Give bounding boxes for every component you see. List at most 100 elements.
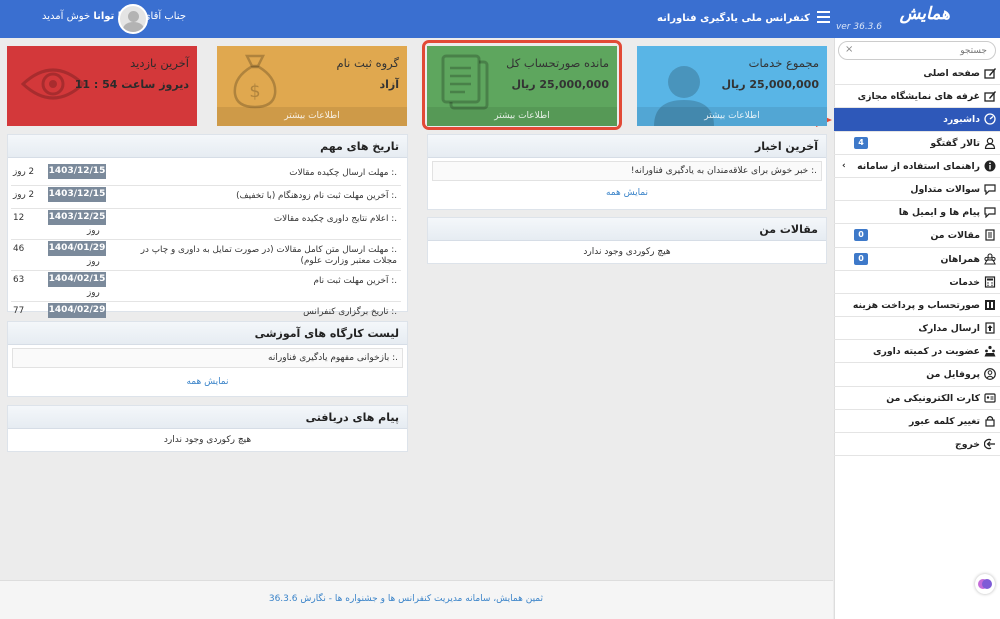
messages-panel: پیام های دریافتی هیچ رکوردی وجود ندارد	[7, 405, 408, 452]
sidebar-item[interactable]: پروفایل من	[834, 363, 1000, 387]
panel-title: لیست کارگاه های آموزشی	[254, 327, 399, 340]
close-icon[interactable]: ×	[845, 44, 853, 55]
my-papers-panel: مقالات من هیچ رکوردی وجود ندارد	[427, 217, 827, 264]
news-item[interactable]: .: خبر خوش برای علاقه‌مندان به یادگیری ف…	[432, 161, 822, 181]
footer: ثمین همایش، سامانه مدیریت کنفرانس ها و ج…	[0, 580, 833, 619]
sidebar-item-label: عضویت در کمیته داوری	[873, 346, 980, 358]
sidebar-item[interactable]: صفحه اصلی	[834, 62, 1000, 86]
sidebar-item[interactable]: داشبورد	[834, 108, 1000, 132]
logo[interactable]: همایش ver 36.3.6	[834, 0, 1000, 38]
empty-message: هیچ رکوردی وجود ندارد	[583, 247, 671, 257]
conference-title: کنفرانس ملی یادگیری فناورانه	[657, 13, 810, 24]
version-label: ver 36.3.6	[835, 22, 882, 32]
services-total-card: مجموع خدمات 25,000,000 ریال اطلاعات بیشت…	[637, 46, 827, 126]
date-badge: 1403/12/15	[48, 187, 106, 202]
date-description: .: مهلت ارسال چکیده مقالات	[289, 168, 397, 178]
sidebar-item[interactable]: ارسال مدارک	[834, 317, 1000, 341]
sidebar-item[interactable]: غرفه های نمایشگاه مجازی	[834, 85, 1000, 109]
days-remaining: 77روز	[13, 306, 100, 329]
dates-table: .: مهلت ارسال چکیده مقالات 1403/12/15 2 رو…	[11, 163, 401, 333]
card-icon	[984, 393, 996, 403]
search-box: ×	[838, 41, 996, 60]
show-all-link[interactable]: نمایش همه	[428, 188, 826, 198]
sidebar-item-label: سوالات متداول	[910, 183, 980, 195]
panel-header: لیست کارگاه های آموزشی	[8, 322, 407, 345]
hamburger-menu-icon[interactable]	[817, 11, 830, 23]
date-badge: 1403/12/15	[48, 164, 106, 179]
upload-icon	[985, 322, 995, 334]
date-badge: 1404/02/15	[48, 272, 106, 287]
sidebar-item[interactable]: راهنمای استفاده از سامانه ›	[834, 155, 1000, 178]
date-description: .: مهلت ارسال متن کامل مقالات (در صورت ت…	[140, 245, 397, 266]
days-remaining: 2 روز	[13, 167, 35, 177]
sidebar-item[interactable]: پیام ها و ایمیل ها	[834, 201, 1000, 225]
sidebar-item-label: همراهان	[940, 253, 980, 265]
sidebar-item[interactable]: تالار گفتگو 4	[834, 132, 1000, 155]
sidebar-item[interactable]: کارت الکترونیکی من	[834, 387, 1000, 410]
sidebar-item-label: داشبورد	[943, 114, 980, 126]
edit-icon	[984, 68, 996, 79]
sidebar-item-label: خدمات	[949, 276, 980, 288]
sidebar-item[interactable]: همراهان 0	[834, 248, 1000, 271]
table-row: .: مهلت ارسال متن کامل مقالات (در صورت ت…	[11, 240, 401, 271]
avatar[interactable]	[118, 4, 148, 34]
footer-text[interactable]: ثمین همایش، سامانه مدیریت کنفرانس ها و ج…	[269, 594, 543, 604]
date-description: .: اعلام نتایج داوری چکیده مقالات	[273, 214, 397, 224]
date-badge: 1403/12/25	[48, 210, 106, 225]
lock-icon	[985, 415, 995, 427]
date-description: .: آخرین مهلت ثبت نام زودهنگام (با تخفیف…	[236, 191, 397, 201]
date-badge: 1404/01/29	[48, 241, 106, 256]
sidebar-item-label: صفحه اصلی	[923, 68, 980, 79]
sidebar-item-label: پروفایل من	[926, 369, 980, 381]
highlight-box	[422, 40, 622, 130]
important-dates-panel: تاریخ های مهم .: مهلت ارسال چکیده مقالات…	[7, 134, 408, 333]
sidebar-item-label: ارسال مدارک	[918, 323, 980, 335]
profile-icon	[984, 368, 996, 381]
show-all-link[interactable]: نمایش همه	[8, 377, 407, 387]
sidebar-item[interactable]: صورتحساب و پرداخت هزینه	[834, 294, 1000, 318]
panel-header: تاریخ های مهم	[8, 135, 407, 158]
document-icon	[985, 229, 995, 241]
panel-header: پیام های دریافتی	[8, 406, 407, 429]
table-row: .: آخرین مهلت ثبت نام 1404/02/15 63 روز	[11, 271, 401, 302]
sidebar-item[interactable]: خدمات	[834, 271, 1000, 294]
sidebar-item[interactable]: مقالات من 0	[834, 224, 1000, 248]
days-unit: روز	[87, 257, 100, 267]
more-info-link[interactable]: اطلاعات بیشتر	[217, 107, 407, 126]
sidebar-item[interactable]: خروج	[834, 433, 1000, 457]
sidebar-menu: صفحه اصلی غرفه های نمایشگاه مجازی داشبورد ت…	[834, 62, 1000, 457]
sidebar-item[interactable]: تغییر کلمه عبور	[834, 410, 1000, 433]
search-input[interactable]	[861, 43, 987, 58]
invoice-icon	[985, 299, 995, 310]
sidebar-item[interactable]: سوالات متداول	[834, 178, 1000, 202]
logo-text: همایش	[899, 4, 950, 24]
card-value: 25,000,000 ریال	[721, 78, 819, 91]
sidebar-item-label: تالار گفتگو	[930, 137, 980, 149]
count-badge: 0	[854, 252, 868, 265]
table-row: .: اعلام نتایج داوری چکیده مقالات 1403/12…	[11, 209, 401, 240]
card-value: دیروز ساعت 54 : 11	[74, 78, 189, 91]
days-remaining: 63 روز	[13, 275, 100, 298]
brain-icon[interactable]	[975, 574, 995, 594]
days-remaining: 12 روز	[13, 213, 100, 236]
sidebar-item-label: خروج	[955, 439, 980, 450]
user-icon	[984, 137, 996, 149]
table-row: .: آخرین مهلت ثبت نام زودهنگام (با تخفیف…	[11, 186, 401, 209]
sidebar-item-label: غرفه های نمایشگاه مجازی	[857, 91, 980, 103]
chat-icon	[984, 207, 996, 219]
svg-text:$: $	[249, 81, 260, 102]
sidebar-item-label: صورتحساب و پرداخت هزینه	[852, 299, 980, 311]
date-description: .: آخرین مهلت ثبت نام	[313, 276, 397, 286]
more-info-link[interactable]: اطلاعات بیشتر	[637, 107, 827, 126]
sidebar-item-label: راهنمای استفاده از سامانه	[857, 160, 980, 172]
top-bar: همایش ver 36.3.6 کنفرانس ملی یادگیری فنا…	[0, 0, 1000, 38]
empty-message: هیچ رکوردی وجود ندارد	[163, 435, 252, 445]
last-visit-card: آخرین بازدید دیروز ساعت 54 : 11	[7, 46, 197, 126]
chevron-icon[interactable]: ›	[842, 161, 846, 171]
sidebar-item[interactable]: عضویت در کمیته داوری	[834, 340, 1000, 364]
days-unit: روز	[87, 288, 100, 298]
panel-header: آخرین اخبار	[428, 135, 826, 158]
workshop-item[interactable]: .: بازخوانی مفهوم یادگیری فناورانه	[12, 348, 403, 368]
sidebar: × صفحه اصلی غرفه های نمایشگاه مجازی داشبور…	[834, 38, 1000, 619]
gauge-icon	[984, 113, 996, 126]
